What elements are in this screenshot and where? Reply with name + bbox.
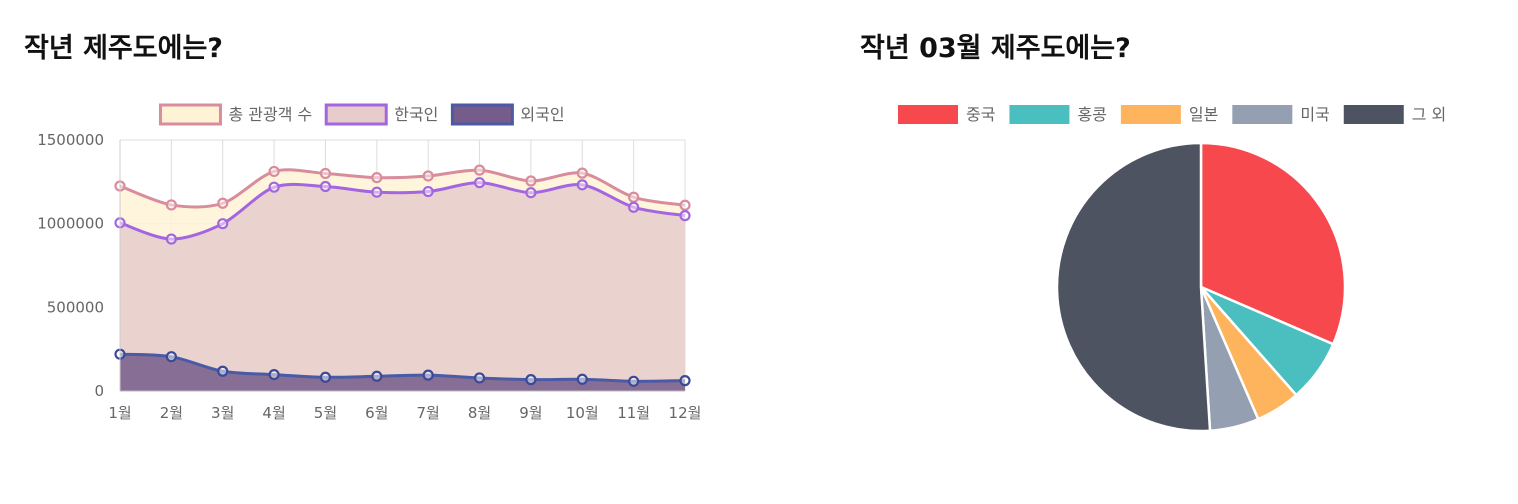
data-point[interactable] [422,369,434,381]
legend-label: 일본 [1189,105,1218,124]
data-point[interactable] [628,191,640,203]
x-tick-label: 12월 [669,404,702,422]
data-point[interactable] [525,175,537,187]
legend-item[interactable]: 한국인 [324,103,438,126]
legend-item[interactable]: 중국 [898,105,995,124]
data-point[interactable] [525,187,537,199]
legend-item[interactable]: 미국 [1232,105,1330,124]
legend-swatch [1343,105,1404,124]
legend-label: 한국인 [394,105,438,124]
x-tick-label: 10월 [566,404,599,422]
data-point[interactable] [268,181,280,193]
legend-swatch [1009,105,1070,124]
data-point[interactable] [371,186,383,198]
data-point[interactable] [319,167,332,180]
y-tick-label: 500000 [47,298,104,316]
data-point[interactable] [628,375,640,387]
data-point[interactable] [268,165,280,178]
legend-item[interactable]: 외국인 [450,103,565,126]
data-point[interactable] [473,372,486,384]
data-point[interactable] [679,199,691,211]
x-tick-label: 6월 [365,404,388,422]
x-tick-label: 8월 [468,404,491,422]
data-point[interactable] [576,373,588,385]
pie-slice[interactable] [1199,286,1298,421]
legend-label: 총 관광객 수 [228,105,312,124]
legend-label: 중국 [966,105,995,124]
pie-slice[interactable] [1200,285,1335,397]
legend-label: 미국 [1300,105,1329,124]
pie-slice[interactable] [1199,141,1347,346]
legend-swatch [1120,105,1181,124]
pie-chart-title: 작년 03월 제주도에는? [860,33,1131,64]
legend-swatch [158,103,222,126]
legend-swatch [324,103,388,126]
legend-item[interactable]: 총 관광객 수 [158,103,312,126]
x-tick-label: 2월 [160,404,183,422]
data-point[interactable] [576,167,588,179]
data-point[interactable] [473,164,486,176]
y-tick-label: 1000000 [37,215,104,233]
legend-item[interactable]: 홍콩 [1009,105,1107,124]
data-point[interactable] [268,369,280,381]
data-point[interactable] [679,375,691,387]
legend-label: 홍콩 [1077,105,1106,124]
data-point[interactable] [319,371,332,383]
data-point[interactable] [217,197,229,209]
y-tick-label: 1500000 [37,131,104,149]
data-point[interactable] [628,201,640,213]
x-tick-label: 11월 [617,404,650,422]
data-point[interactable] [525,374,537,386]
area-chart: 0 500000 1000000 1500000 1월 2월 3월 4월 5월 6월 7월 8월 9월 1… [37,103,702,422]
data-point[interactable] [319,180,332,193]
legend-item[interactable]: 일본 [1120,105,1218,124]
legend-label: 그 외 [1412,105,1447,124]
x-tick-label: 5월 [314,404,337,422]
data-point[interactable] [422,170,434,182]
pie-slice[interactable] [1199,286,1260,433]
x-tick-label: 1월 [108,404,131,422]
legend-swatch [898,105,958,124]
data-point[interactable] [371,370,383,382]
legend-swatch [1232,105,1293,124]
data-point[interactable] [217,365,229,377]
x-tick-label: 4월 [262,404,285,422]
data-point[interactable] [165,199,177,211]
data-point[interactable] [679,210,691,222]
x-tick-label: 9월 [519,404,542,422]
legend-label: 외국인 [520,105,564,124]
legend-swatch [450,103,514,126]
data-point[interactable] [165,351,177,363]
x-tick-label: 7월 [417,404,440,422]
data-point[interactable] [576,179,588,191]
data-point[interactable] [422,185,434,198]
y-tick-label: 0 [94,382,104,400]
data-point[interactable] [217,218,229,230]
pie-slice[interactable] [1055,141,1212,433]
data-point[interactable] [473,177,486,189]
data-point[interactable] [165,233,177,245]
data-point[interactable] [371,172,383,184]
x-tick-label: 3월 [211,404,234,422]
legend-item[interactable]: 그 외 [1343,105,1447,124]
